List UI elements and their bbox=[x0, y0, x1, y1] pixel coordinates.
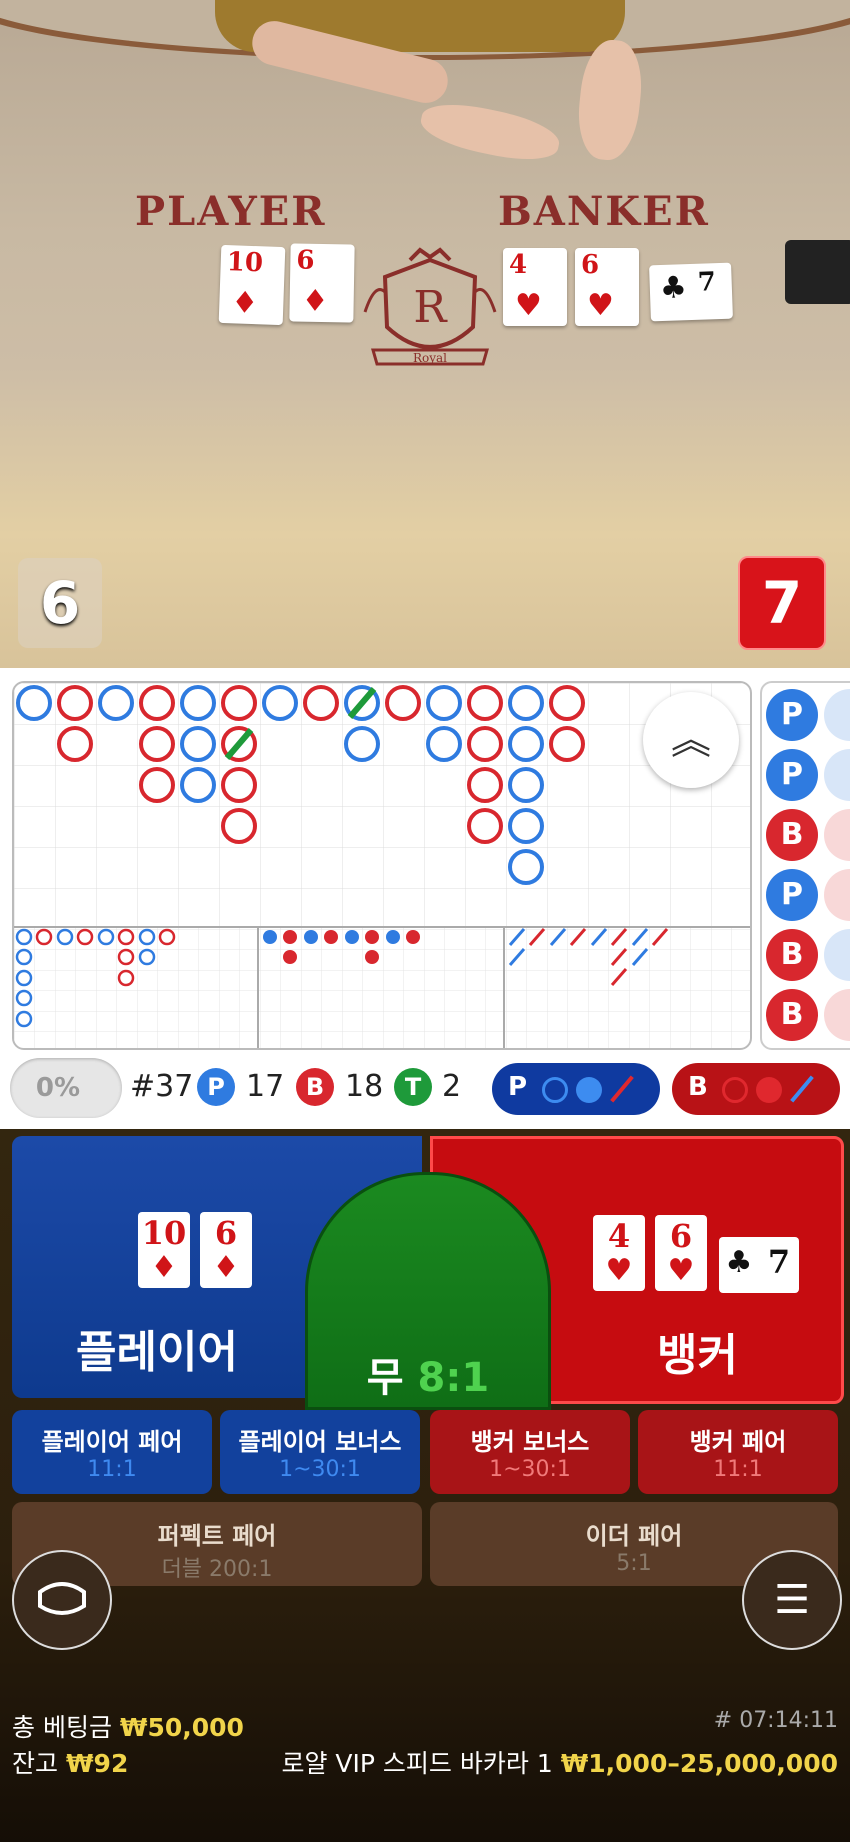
banker-count-badge: B bbox=[296, 1068, 334, 1106]
bead-item bbox=[824, 749, 850, 801]
tie-bet-label: 무 bbox=[366, 1355, 404, 1401]
player-score: 6 bbox=[18, 558, 102, 648]
percent-toggle[interactable]: 0% bbox=[10, 1058, 122, 1118]
tie-bet-spot[interactable]: 무 8:1 bbox=[305, 1172, 551, 1410]
balance: 잔고 ₩92 bbox=[12, 1749, 129, 1778]
bead-item: B bbox=[766, 809, 818, 861]
banker-mini-card-1: 4 ♥ bbox=[593, 1215, 645, 1291]
bead-item: P bbox=[766, 749, 818, 801]
table-info[interactable]: 로얄 VIP 스피드 바카라 1 ₩1,000–25,000,000 bbox=[281, 1744, 838, 1780]
player-bet-label: 플레이어 bbox=[76, 1327, 238, 1378]
logo-text: Royal bbox=[413, 351, 447, 365]
dealer-hand-left bbox=[416, 95, 564, 169]
bead-item bbox=[824, 929, 850, 981]
player-mini-card-1: 10 ♦ bbox=[138, 1212, 190, 1288]
banker-card-3: 7 ♣ bbox=[649, 262, 733, 322]
player-card-1: 10 ♦ bbox=[218, 244, 286, 326]
banker-card-1: 4 ♥ bbox=[503, 248, 567, 326]
player-card-2: 6 ♦ bbox=[289, 243, 355, 323]
player-predict-button[interactable]: P bbox=[492, 1063, 660, 1115]
banker-mini-card-2: 6 ♥ bbox=[655, 1215, 707, 1291]
hamburger-menu-icon: ☰ bbox=[774, 1577, 810, 1623]
live-video: PLAYER BANKER 10 ♦ 6 ♦ 4 ♥ 6 ♥ 7 ♣ R Royal 6 … bbox=[0, 0, 850, 668]
bead-item bbox=[824, 689, 850, 741]
tie-bet-odds: 8:1 bbox=[417, 1355, 490, 1401]
small-road-icon bbox=[756, 1077, 782, 1103]
banker-pair-bet[interactable]: 뱅커 페어 11:1 bbox=[638, 1410, 838, 1494]
bead-item: P bbox=[766, 689, 818, 741]
big-eye-icon bbox=[722, 1077, 748, 1103]
big-eye-icon bbox=[542, 1077, 568, 1103]
bead-item: B bbox=[766, 929, 818, 981]
bet-limits: ₩1,000–25,000,000 bbox=[560, 1749, 838, 1778]
menu-button[interactable]: ☰ bbox=[742, 1550, 842, 1650]
royal-crest-logo: R Royal bbox=[363, 247, 497, 366]
collapse-scoreboard-button[interactable]: ︽ bbox=[643, 692, 739, 788]
banker-score: 7 bbox=[738, 556, 826, 650]
banker-predict-button[interactable]: B bbox=[672, 1063, 840, 1115]
chevron-double-up-icon: ︽ bbox=[671, 717, 711, 763]
bead-item bbox=[824, 809, 850, 861]
total-bet: 총 베팅금 ₩50,000 bbox=[12, 1713, 244, 1742]
player-bonus-bet[interactable]: 플레이어 보너스 1~30:1 bbox=[220, 1410, 420, 1494]
small-road-icon bbox=[576, 1077, 602, 1103]
player-count: 17 bbox=[246, 1069, 285, 1104]
table-view-icon bbox=[38, 1582, 86, 1615]
banker-bet-label: 뱅커 bbox=[657, 1330, 738, 1381]
big-road-panel[interactable] bbox=[12, 681, 752, 1050]
tie-count-badge: T bbox=[394, 1068, 432, 1106]
bead-item bbox=[824, 869, 850, 921]
card-shoe bbox=[785, 240, 850, 304]
banker-card-2: 6 ♥ bbox=[575, 248, 639, 326]
player-count-badge: P bbox=[197, 1068, 235, 1106]
banker-area-label: BANKER bbox=[498, 188, 710, 235]
banker-count: 18 bbox=[345, 1069, 384, 1104]
player-area-label: PLAYER bbox=[135, 188, 327, 235]
player-mini-card-2: 6 ♦ bbox=[200, 1212, 252, 1288]
road-grid bbox=[14, 683, 750, 1048]
round-id: # 07:14:11 bbox=[713, 1708, 838, 1733]
cockroach-road-icon bbox=[790, 1075, 814, 1103]
banker-mini-card-3: 7 ♣ bbox=[719, 1237, 799, 1293]
table-name: 로얄 VIP 스피드 바카라 1 bbox=[281, 1749, 553, 1778]
tie-count: 2 bbox=[442, 1069, 462, 1104]
bead-item: B bbox=[766, 989, 818, 1041]
logo-letter: R bbox=[413, 282, 448, 333]
banker-bonus-bet[interactable]: 뱅커 보너스 1~30:1 bbox=[430, 1410, 630, 1494]
bead-item: P bbox=[766, 869, 818, 921]
bead-item bbox=[824, 989, 850, 1041]
round-counter: #37 bbox=[130, 1069, 194, 1104]
player-pair-bet[interactable]: 플레이어 페어 11:1 bbox=[12, 1410, 212, 1494]
bead-road: P P B P B B bbox=[760, 681, 850, 1050]
cockroach-road-icon bbox=[610, 1075, 634, 1103]
chat-button[interactable] bbox=[12, 1550, 112, 1650]
